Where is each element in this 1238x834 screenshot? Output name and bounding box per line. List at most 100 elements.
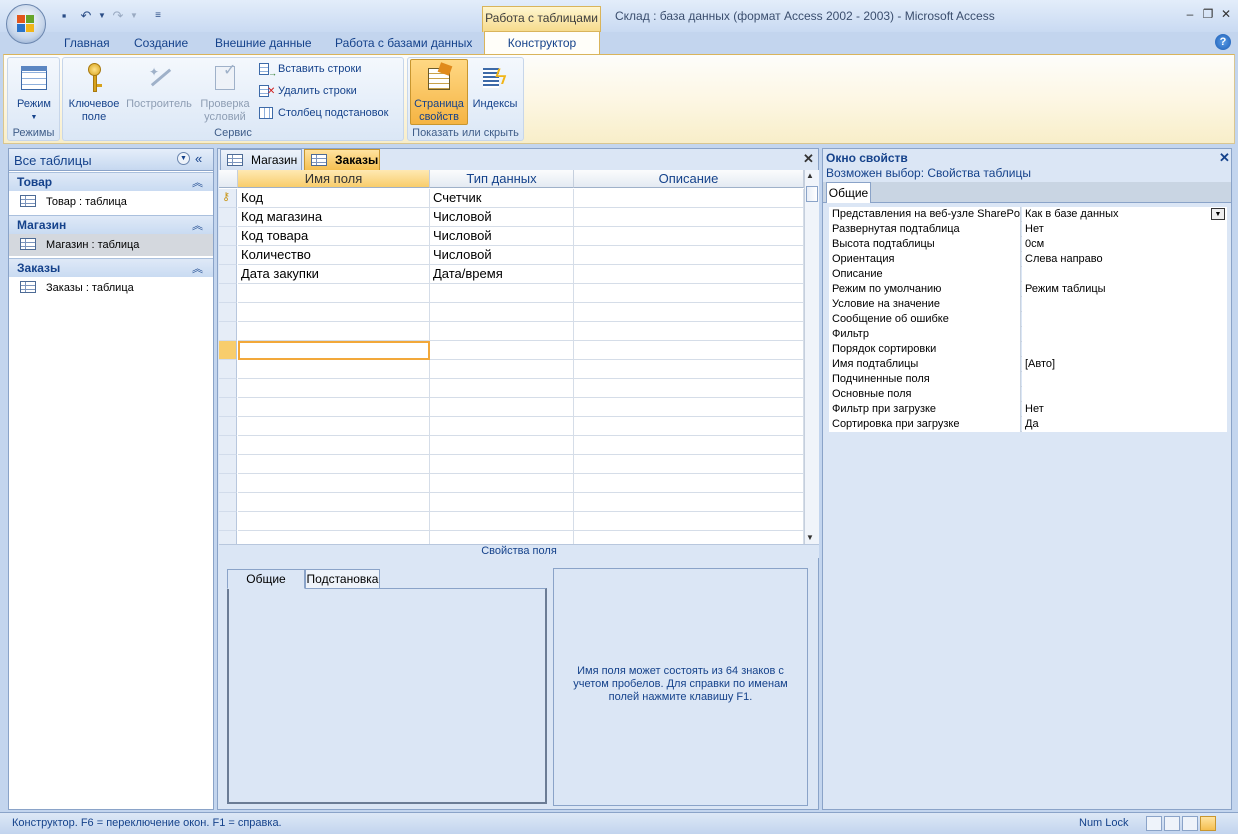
property-value[interactable]: Нет (1022, 222, 1227, 237)
field-name-cell[interactable] (238, 474, 430, 493)
field-name-cell[interactable]: Код (238, 189, 430, 208)
row-selector[interactable] (219, 360, 237, 379)
property-value[interactable] (1022, 267, 1227, 282)
indexes-button[interactable]: ϟ Индексы (470, 60, 520, 111)
description-cell[interactable] (574, 303, 804, 322)
datasheet-view-icon[interactable] (1146, 816, 1162, 831)
field-name-cell[interactable]: Количество (238, 246, 430, 265)
close-property-sheet-icon[interactable]: ✕ (1219, 150, 1230, 166)
undo-icon[interactable]: ↶ (78, 8, 94, 24)
data-type-cell[interactable]: Числовой (430, 227, 574, 246)
scroll-up-icon[interactable]: ▲ (806, 171, 814, 180)
data-type-cell[interactable] (430, 341, 574, 360)
builder-button[interactable]: ✦ Построитель (125, 60, 193, 111)
description-cell[interactable] (574, 436, 804, 455)
field-name-cell[interactable] (238, 341, 430, 360)
restore-icon[interactable]: ❐ (1200, 6, 1216, 22)
data-type-cell[interactable] (430, 436, 574, 455)
property-row[interactable]: Подчиненные поля (829, 372, 1227, 387)
row-selector[interactable] (219, 417, 237, 436)
data-type-cell[interactable] (430, 455, 574, 474)
collapse-chevron-icon[interactable]: ︽ (192, 260, 203, 276)
field-name-cell[interactable] (238, 436, 430, 455)
column-header-description[interactable]: Описание (574, 170, 804, 188)
description-cell[interactable] (574, 246, 804, 265)
description-cell[interactable] (574, 379, 804, 398)
column-header-field-name[interactable]: Имя поля (238, 170, 430, 188)
scroll-thumb[interactable] (806, 186, 818, 202)
property-value[interactable] (1022, 312, 1227, 327)
field-name-cell[interactable] (238, 379, 430, 398)
property-row[interactable]: Высота подтаблицы 0см (829, 237, 1227, 252)
property-row[interactable]: Описание (829, 267, 1227, 282)
undo-dropdown-icon[interactable]: ▼ (94, 8, 110, 24)
pivottable-view-icon[interactable] (1164, 816, 1180, 831)
property-tab-general[interactable]: Общие (826, 182, 871, 203)
data-type-cell[interactable] (430, 322, 574, 341)
field-name-cell[interactable] (238, 322, 430, 341)
field-tab-lookup[interactable]: Подстановка (305, 569, 380, 589)
row-selector[interactable] (219, 474, 237, 493)
nav-item-tovar-table[interactable]: Товар : таблица (9, 191, 213, 213)
test-validation-button[interactable]: ✓ Проверка условий (195, 60, 255, 124)
nav-group-tovar[interactable]: Товар ︽ (9, 172, 213, 191)
data-type-cell[interactable]: Числовой (430, 246, 574, 265)
row-selector[interactable] (219, 265, 237, 284)
tab-home[interactable]: Главная (64, 36, 110, 50)
data-type-cell[interactable] (430, 417, 574, 436)
row-selector[interactable] (219, 246, 237, 265)
minimize-icon[interactable]: – (1182, 6, 1198, 22)
description-cell[interactable] (574, 417, 804, 436)
tab-create[interactable]: Создание (134, 36, 188, 50)
view-button[interactable]: Режим ▼ (10, 60, 58, 124)
tab-database-tools[interactable]: Работа с базами данных (335, 36, 472, 50)
row-selector[interactable] (219, 379, 237, 398)
property-row[interactable]: Основные поля (829, 387, 1227, 402)
property-value[interactable] (1022, 342, 1227, 357)
description-cell[interactable] (574, 398, 804, 417)
design-grid[interactable]: Имя поля Тип данных Описание ⚷ Код Счетчик… (219, 170, 804, 544)
property-value[interactable]: Да (1022, 417, 1227, 432)
property-row[interactable]: Развернутая подтаблица Нет (829, 222, 1227, 237)
description-cell[interactable] (574, 455, 804, 474)
field-name-cell[interactable] (238, 284, 430, 303)
nav-item-zakazy-table[interactable]: Заказы : таблица (9, 277, 213, 299)
primary-key-button[interactable]: Ключевое поле (65, 60, 123, 124)
field-name-cell[interactable] (238, 303, 430, 322)
property-value[interactable]: Нет (1022, 402, 1227, 417)
property-value[interactable]: Как в базе данных (1022, 207, 1227, 222)
data-type-cell[interactable]: Числовой (430, 208, 574, 227)
description-cell[interactable] (574, 360, 804, 379)
data-type-cell[interactable] (430, 531, 574, 544)
nav-pane-header[interactable]: Все таблицы ▼ « (9, 149, 213, 171)
row-selector[interactable] (219, 284, 237, 303)
data-type-cell[interactable] (430, 398, 574, 417)
data-type-cell[interactable] (430, 512, 574, 531)
property-value[interactable] (1022, 387, 1227, 402)
field-name-cell[interactable] (238, 398, 430, 417)
doc-tab-zakazy[interactable]: Заказы (304, 149, 380, 170)
property-value[interactable] (1022, 372, 1227, 387)
description-cell[interactable] (574, 265, 804, 284)
field-name-cell[interactable]: Дата закупки (238, 265, 430, 284)
collapse-chevron-icon[interactable]: ︽ (192, 174, 203, 190)
property-row[interactable]: Порядок сортировки (829, 342, 1227, 357)
description-cell[interactable] (574, 341, 804, 360)
lookup-column-button[interactable]: Столбец подстановок (259, 104, 388, 122)
property-row[interactable]: Представления на веб-узле SharePoint Как … (829, 207, 1227, 222)
property-row[interactable]: Условие на значение (829, 297, 1227, 312)
help-icon[interactable]: ? (1215, 34, 1231, 50)
nav-group-magazin[interactable]: Магазин ︽ (9, 215, 213, 234)
field-tab-general[interactable]: Общие (227, 569, 305, 589)
field-name-cell[interactable] (238, 493, 430, 512)
field-name-cell[interactable]: Код товара (238, 227, 430, 246)
data-type-cell[interactable]: Дата/время (430, 265, 574, 284)
row-selector[interactable] (219, 208, 237, 227)
row-selector[interactable] (219, 303, 237, 322)
insert-rows-button[interactable]: → Вставить строки (259, 60, 361, 78)
property-value[interactable] (1022, 327, 1227, 342)
pivotchart-view-icon[interactable] (1182, 816, 1198, 831)
property-row[interactable]: Фильтр (829, 327, 1227, 342)
property-value[interactable]: [Авто] (1022, 357, 1227, 372)
data-type-cell[interactable] (430, 303, 574, 322)
